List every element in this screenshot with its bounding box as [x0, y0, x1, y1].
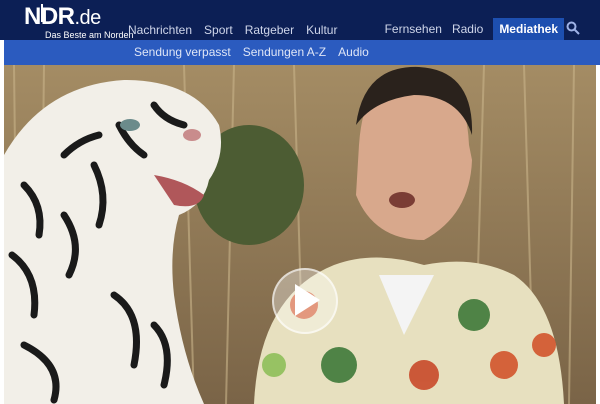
mediathek-subnav-bar: Sendung verpasst Sendungen A-Z Audio — [4, 40, 600, 65]
nav-item-kultur[interactable]: Kultur — [306, 22, 337, 38]
nav-item-ratgeber[interactable]: Ratgeber — [245, 22, 294, 38]
nav-item-fernsehen[interactable]: Fernsehen — [385, 21, 442, 37]
logo-tagline: Das Beste am Norden — [45, 30, 134, 40]
secondary-navigation: Fernsehen Radio Mediathek — [385, 18, 564, 40]
video-player[interactable] — [4, 65, 596, 404]
nav-item-nachrichten[interactable]: Nachrichten — [128, 22, 192, 38]
nav-item-mediathek[interactable]: Mediathek — [493, 18, 564, 40]
logo-brand: NDR — [24, 3, 75, 30]
main-navigation: Nachrichten Sport Ratgeber Kultur — [128, 22, 337, 38]
play-icon — [295, 284, 320, 316]
logo-divider — [41, 4, 43, 22]
subnav-item-sendung-verpasst[interactable]: Sendung verpasst — [134, 44, 231, 60]
ndr-logo[interactable]: NDR.de Das Beste am Norden — [24, 3, 134, 41]
nav-item-sport[interactable]: Sport — [204, 22, 233, 38]
video-thumbnail — [4, 65, 596, 404]
top-navigation-bar: NDR.de Das Beste am Norden Nachrichten S… — [0, 0, 600, 40]
mediathek-subnav: Sendung verpasst Sendungen A-Z Audio — [134, 44, 369, 60]
search-icon[interactable] — [566, 21, 580, 35]
logo-tld: .de — [74, 7, 102, 29]
subnav-item-audio[interactable]: Audio — [338, 44, 369, 60]
nav-item-radio[interactable]: Radio — [452, 21, 483, 37]
subnav-item-sendungen-a-z[interactable]: Sendungen A-Z — [243, 44, 326, 60]
